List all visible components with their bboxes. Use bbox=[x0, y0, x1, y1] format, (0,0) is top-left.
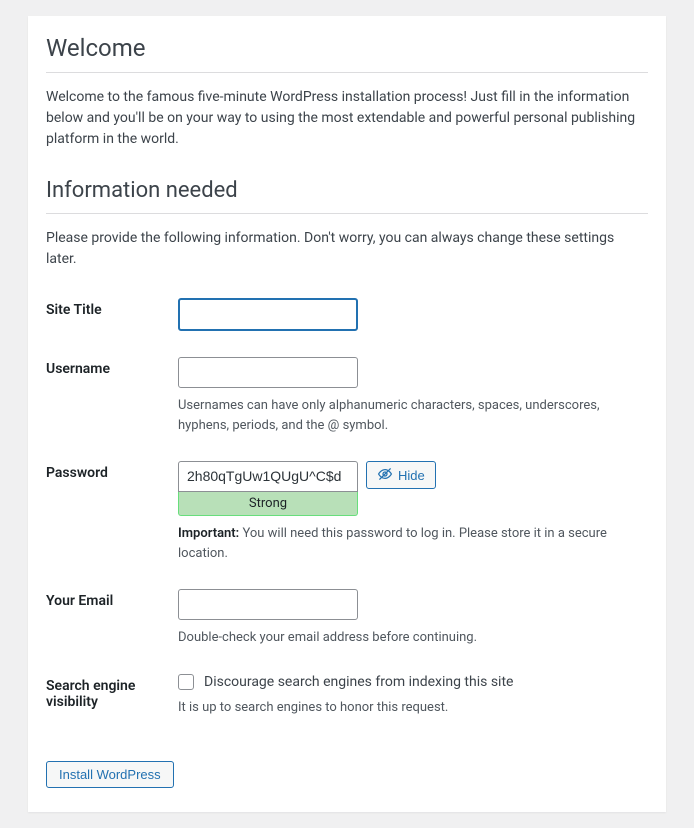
email-label: Your Email bbox=[46, 593, 113, 609]
email-input[interactable] bbox=[178, 589, 358, 620]
info-text: Please provide the following information… bbox=[46, 228, 648, 270]
password-important: Important: You will need this password t… bbox=[178, 524, 648, 563]
eye-slash-icon bbox=[377, 466, 393, 485]
username-input[interactable] bbox=[178, 357, 358, 388]
username-desc: Usernames can have only alphanumeric cha… bbox=[178, 396, 648, 435]
password-label: Password bbox=[46, 465, 108, 481]
search-visibility-checkbox[interactable] bbox=[178, 674, 194, 690]
setup-form: Site Title Username Usernames can have o… bbox=[46, 290, 648, 735]
welcome-intro: Welcome to the famous five-minute WordPr… bbox=[46, 87, 648, 150]
hide-password-button[interactable]: Hide bbox=[366, 461, 436, 489]
important-text: You will need this password to log in. P… bbox=[178, 526, 607, 561]
install-wordpress-button[interactable]: Install WordPress bbox=[46, 761, 174, 788]
site-title-label: Site Title bbox=[46, 302, 102, 318]
search-visibility-label: Search engine visibility bbox=[46, 678, 135, 710]
hide-label: Hide bbox=[398, 468, 425, 483]
info-heading: Information needed bbox=[46, 178, 648, 214]
password-strength: Strong bbox=[178, 492, 358, 516]
site-title-input[interactable] bbox=[178, 298, 358, 331]
email-desc: Double-check your email address before c… bbox=[178, 628, 648, 648]
search-desc: It is up to search engines to honor this… bbox=[178, 698, 648, 718]
username-label: Username bbox=[46, 361, 110, 377]
welcome-heading: Welcome bbox=[46, 34, 648, 73]
password-input[interactable] bbox=[178, 461, 358, 492]
important-label: Important: bbox=[178, 526, 239, 541]
install-card: Welcome Welcome to the famous five-minut… bbox=[28, 16, 666, 812]
search-checkbox-label: Discourage search engines from indexing … bbox=[204, 674, 513, 690]
